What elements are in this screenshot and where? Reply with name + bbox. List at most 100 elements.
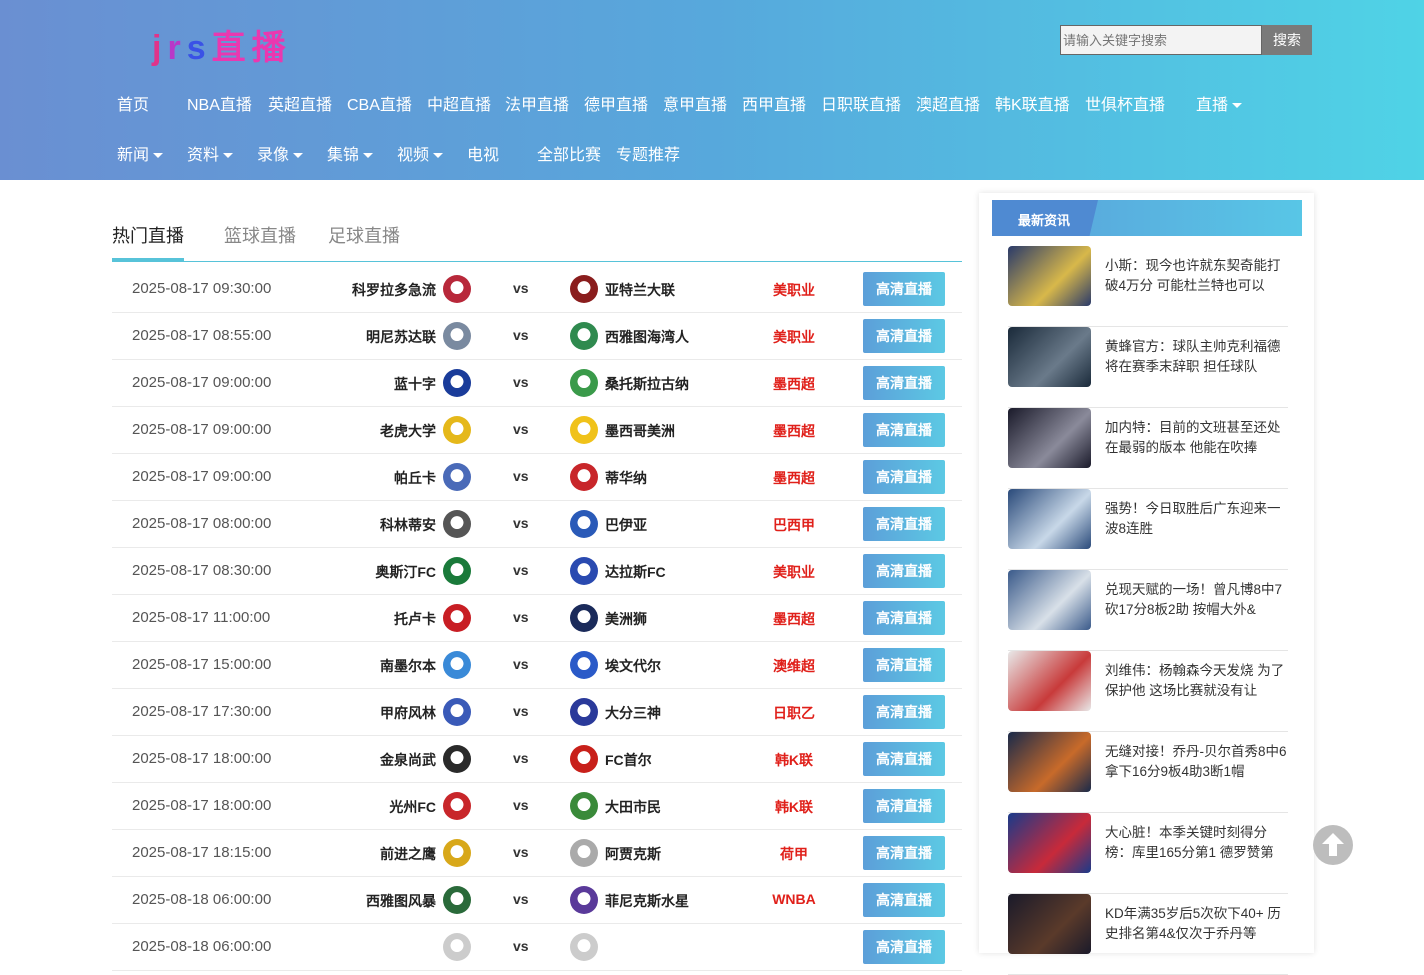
home-team-name[interactable]: 蓝十字	[394, 374, 436, 394]
tab-hot-live[interactable]: 热门直播	[112, 222, 184, 248]
home-team-name[interactable]: 前进之鹰	[380, 844, 436, 864]
league-label[interactable]: 墨西超	[744, 609, 844, 629]
nav-item-kleague[interactable]: 韩K联直播	[995, 94, 1070, 118]
news-headline[interactable]: 无缝对接！乔丹-贝尔首秀8中6 拿下16分9板4助3断1帽	[1105, 742, 1288, 782]
league-label[interactable]: 澳维超	[744, 656, 844, 676]
away-team-name[interactable]: 巴伊亚	[605, 515, 647, 535]
home-team-name[interactable]: 科林蒂安	[380, 515, 436, 535]
nav-item-live-dropdown[interactable]: 直播	[1196, 94, 1243, 118]
away-team-name[interactable]: FC首尔	[605, 750, 652, 770]
news-thumbnail[interactable]	[1008, 246, 1091, 306]
nav-item-nba[interactable]: NBA直播	[187, 94, 252, 118]
hd-live-button[interactable]: 高清直播	[863, 695, 945, 729]
news-headline[interactable]: 刘维伟：杨翰森今天发烧 为了保护他 这场比赛就没有让	[1105, 661, 1288, 701]
hd-live-button[interactable]: 高清直播	[863, 413, 945, 447]
home-team-name[interactable]: 西雅图风暴	[366, 891, 436, 911]
home-team-name[interactable]: 老虎大学	[380, 421, 436, 441]
nav-item-bundesliga[interactable]: 德甲直播	[584, 94, 648, 118]
nav-item-news[interactable]: 新闻	[117, 144, 164, 168]
nav-item-seriea[interactable]: 意甲直播	[663, 94, 727, 118]
hd-live-button[interactable]: 高清直播	[863, 836, 945, 870]
site-logo[interactable]: jrs直播	[152, 20, 292, 69]
nav-item-csl[interactable]: 中超直播	[427, 94, 491, 118]
news-headline[interactable]: KD年满35岁后5次砍下40+ 历史排名第4&仅次于乔丹等	[1105, 904, 1288, 944]
hd-live-button[interactable]: 高清直播	[863, 507, 945, 541]
news-item[interactable]: 小斯：现今也许就东契奇能打破4万分 可能杜兰特也可以	[1008, 246, 1288, 327]
hd-live-button[interactable]: 高清直播	[863, 554, 945, 588]
league-label[interactable]: 巴西甲	[744, 515, 844, 535]
league-label[interactable]: 美职业	[744, 280, 844, 300]
news-headline[interactable]: 黄蜂官方：球队主帅克利福德将在赛季末辞职 担任球队	[1105, 337, 1288, 377]
news-thumbnail[interactable]	[1008, 894, 1091, 954]
news-item[interactable]: 无缝对接！乔丹-贝尔首秀8中6 拿下16分9板4助3断1帽	[1008, 732, 1288, 813]
away-team-name[interactable]: 西雅图海湾人	[605, 327, 689, 347]
back-to-top-button[interactable]	[1313, 825, 1353, 865]
away-team-name[interactable]: 墨西哥美洲	[605, 421, 675, 441]
nav-item-aleague[interactable]: 澳超直播	[916, 94, 980, 118]
hd-live-button[interactable]: 高清直播	[863, 272, 945, 306]
news-thumbnail[interactable]	[1008, 408, 1091, 468]
nav-item-epl[interactable]: 英超直播	[268, 94, 332, 118]
hd-live-button[interactable]: 高清直播	[863, 648, 945, 682]
away-team-name[interactable]: 美洲狮	[605, 609, 647, 629]
nav-item-clubworldcup[interactable]: 世俱杯直播	[1085, 94, 1165, 118]
tab-basketball-live[interactable]: 篮球直播	[224, 222, 296, 248]
away-team-name[interactable]: 阿贾克斯	[605, 844, 661, 864]
home-team-name[interactable]: 奥斯汀FC	[375, 562, 436, 582]
news-headline[interactable]: 小斯：现今也许就东契奇能打破4万分 可能杜兰特也可以	[1105, 256, 1288, 296]
search-button[interactable]: 搜索	[1262, 25, 1312, 55]
news-item[interactable]: 兑现天赋的一场！曾凡博8中7砍17分8板2助 按帽大外&	[1008, 570, 1288, 651]
league-label[interactable]: 日职乙	[744, 703, 844, 723]
news-thumbnail[interactable]	[1008, 327, 1091, 387]
away-team-name[interactable]: 桑托斯拉古纳	[605, 374, 689, 394]
away-team-name[interactable]: 大分三神	[605, 703, 661, 723]
hd-live-button[interactable]: 高清直播	[863, 601, 945, 635]
nav-item-all-matches[interactable]: 全部比赛	[537, 144, 601, 168]
league-label[interactable]: WNBA	[744, 891, 844, 907]
home-team-name[interactable]: 帕丘卡	[394, 468, 436, 488]
nav-item-ligue1[interactable]: 法甲直播	[505, 94, 569, 118]
tab-football-live[interactable]: 足球直播	[328, 222, 400, 248]
away-team-name[interactable]: 大田市民	[605, 797, 661, 817]
league-label[interactable]: 墨西超	[744, 374, 844, 394]
home-team-name[interactable]: 科罗拉多急流	[352, 280, 436, 300]
league-label[interactable]: 美职业	[744, 327, 844, 347]
news-item[interactable]: 刘维伟：杨翰森今天发烧 为了保护他 这场比赛就没有让	[1008, 651, 1288, 732]
nav-item-replay[interactable]: 录像	[257, 144, 304, 168]
league-label[interactable]: 韩K联	[744, 797, 844, 817]
hd-live-button[interactable]: 高清直播	[863, 460, 945, 494]
away-team-name[interactable]: 埃文代尔	[605, 656, 661, 676]
news-item[interactable]: 加内特：目前的文班甚至还处在最弱的版本 他能在吹捧	[1008, 408, 1288, 489]
news-item[interactable]: 强势！今日取胜后广东迎来一波8连胜	[1008, 489, 1288, 570]
nav-item-cba[interactable]: CBA直播	[347, 94, 412, 118]
news-item[interactable]: 黄蜂官方：球队主帅克利福德将在赛季末辞职 担任球队	[1008, 327, 1288, 408]
nav-item-tv[interactable]: 电视	[467, 144, 499, 168]
away-team-name[interactable]: 达拉斯FC	[605, 562, 666, 582]
league-label[interactable]: 墨西超	[744, 468, 844, 488]
home-team-name[interactable]: 光州FC	[389, 797, 436, 817]
news-thumbnail[interactable]	[1008, 489, 1091, 549]
news-headline[interactable]: 大心脏！本季关键时刻得分榜：库里165分第1 德罗赞第	[1105, 823, 1288, 863]
home-team-name[interactable]: 托卢卡	[394, 609, 436, 629]
league-label[interactable]: 韩K联	[744, 750, 844, 770]
hd-live-button[interactable]: 高清直播	[863, 930, 945, 964]
nav-item-video[interactable]: 视频	[397, 144, 444, 168]
home-team-name[interactable]: 金泉尚武	[380, 750, 436, 770]
news-thumbnail[interactable]	[1008, 570, 1091, 630]
news-thumbnail[interactable]	[1008, 732, 1091, 792]
league-label[interactable]: 荷甲	[744, 844, 844, 864]
nav-item-laliga[interactable]: 西甲直播	[742, 94, 806, 118]
nav-item-data[interactable]: 资料	[187, 144, 234, 168]
news-thumbnail[interactable]	[1008, 651, 1091, 711]
news-headline[interactable]: 强势！今日取胜后广东迎来一波8连胜	[1105, 499, 1288, 539]
home-team-name[interactable]: 甲府风林	[380, 703, 436, 723]
away-team-name[interactable]: 蒂华纳	[605, 468, 647, 488]
nav-item-jleague[interactable]: 日职联直播	[821, 94, 901, 118]
search-input[interactable]	[1060, 25, 1262, 55]
hd-live-button[interactable]: 高清直播	[863, 742, 945, 776]
hd-live-button[interactable]: 高清直播	[863, 319, 945, 353]
away-team-name[interactable]: 菲尼克斯水星	[605, 891, 689, 911]
nav-item-home[interactable]: 首页	[117, 94, 149, 118]
news-item[interactable]: KD年满35岁后5次砍下40+ 历史排名第4&仅次于乔丹等	[1008, 894, 1288, 975]
news-headline[interactable]: 加内特：目前的文班甚至还处在最弱的版本 他能在吹捧	[1105, 418, 1288, 458]
